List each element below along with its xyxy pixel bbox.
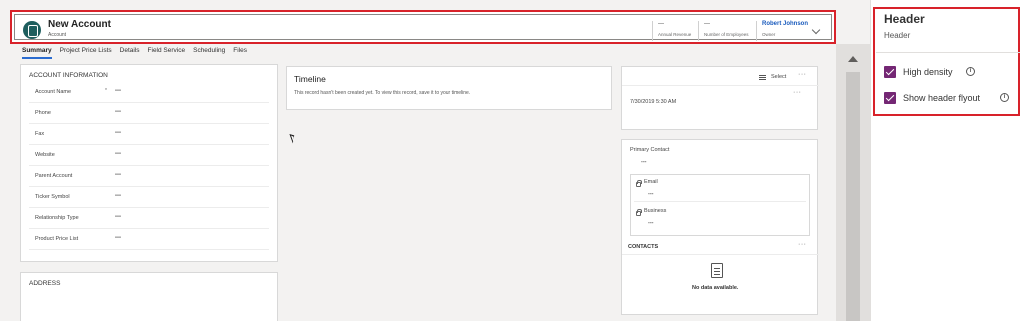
- timeline-empty-message: This record hasn't been created yet. To …: [294, 90, 471, 96]
- tab-field-service[interactable]: Field Service: [148, 47, 186, 59]
- chevron-down-icon[interactable]: [811, 25, 821, 35]
- vertical-scrollbar[interactable]: [836, 0, 870, 321]
- header-field-annual-revenue[interactable]: --- Annual Revenue: [652, 21, 691, 41]
- tab-files[interactable]: Files: [233, 47, 247, 59]
- field-value[interactable]: ---: [115, 235, 121, 241]
- tab-scheduling[interactable]: Scheduling: [193, 47, 225, 59]
- contact-quick-view: Email --- Business ---: [630, 174, 810, 236]
- field-value[interactable]: ---: [115, 214, 121, 220]
- document-icon: [711, 263, 723, 278]
- field-account-name[interactable]: Account Name * ---: [29, 82, 269, 103]
- owner-link[interactable]: Robert Johnson: [762, 21, 808, 27]
- email-value: ---: [648, 191, 654, 197]
- panel-subtitle: Header: [884, 31, 911, 40]
- header-field-label: Number of Employees: [704, 32, 749, 37]
- more-icon[interactable]: ···: [793, 89, 802, 96]
- header-field-label: Annual Revenue: [658, 32, 692, 37]
- field-label: Relationship Type: [35, 215, 79, 221]
- field-product-price-list[interactable]: Product Price List ---: [29, 229, 269, 250]
- section-title: ACCOUNT INFORMATION: [29, 72, 108, 79]
- field-value[interactable]: ---: [115, 130, 121, 136]
- field-ticker-symbol[interactable]: Ticker Symbol ---: [29, 187, 269, 208]
- field-phone[interactable]: Phone ---: [29, 103, 269, 124]
- scroll-up-arrow-icon[interactable]: [848, 56, 858, 62]
- field-label: Parent Account: [35, 173, 73, 179]
- record-header[interactable]: New Account Account --- Annual Revenue -…: [10, 10, 836, 44]
- field-label: Ticker Symbol: [35, 194, 70, 200]
- field-value[interactable]: ---: [115, 193, 121, 199]
- section-title: ADDRESS: [29, 280, 61, 287]
- lock-icon: [636, 180, 642, 187]
- field-label: Website: [35, 152, 55, 158]
- empty-state-message: No data available.: [692, 285, 739, 291]
- info-icon[interactable]: i: [966, 67, 975, 76]
- contacts-subgrid-title: CONTACTS: [628, 244, 659, 250]
- tab-project-price-lists[interactable]: Project Price Lists: [60, 47, 112, 59]
- divider: [634, 201, 806, 202]
- field-label: Account Name: [35, 89, 72, 95]
- account-information-section: ACCOUNT INFORMATION Account Name * --- P…: [20, 64, 278, 262]
- account-entity-icon: [23, 21, 41, 39]
- primary-contact-value[interactable]: ---: [641, 159, 647, 165]
- info-icon[interactable]: i: [1000, 93, 1009, 102]
- field-value[interactable]: ---: [115, 109, 121, 115]
- panel-title: Header: [884, 12, 925, 26]
- divider: [622, 254, 819, 255]
- field-value[interactable]: ---: [115, 151, 121, 157]
- show-header-flyout-label: Show header flyout: [903, 93, 981, 103]
- field-value[interactable]: ---: [115, 88, 121, 94]
- field-relationship-type[interactable]: Relationship Type ---: [29, 208, 269, 229]
- field-value[interactable]: ---: [115, 172, 121, 178]
- tab-summary[interactable]: Summary: [22, 47, 52, 59]
- panel-divider: [876, 52, 1020, 53]
- record-title: New Account: [48, 19, 111, 30]
- record-header-inner: New Account Account --- Annual Revenue -…: [14, 14, 832, 41]
- divider: [622, 85, 819, 86]
- business-phone-value: ---: [648, 220, 654, 226]
- primary-contact-label: Primary Contact: [630, 147, 670, 153]
- email-label: Email: [644, 179, 658, 185]
- header-field-owner[interactable]: Robert Johnson Owner: [756, 21, 808, 41]
- high-density-label: High density: [903, 67, 953, 77]
- field-website[interactable]: Website ---: [29, 145, 269, 166]
- header-field-label: Owner: [762, 32, 776, 37]
- form-tabs: Summary Project Price Lists Details Fiel…: [22, 47, 247, 59]
- field-label: Fax: [35, 131, 45, 137]
- lock-icon: [636, 209, 642, 216]
- business-phone-label: Business: [644, 208, 667, 214]
- header-field-value: ---: [704, 21, 710, 27]
- field-fax[interactable]: Fax ---: [29, 124, 269, 145]
- field-parent-account[interactable]: Parent Account ---: [29, 166, 269, 187]
- timeline-title: Timeline: [294, 74, 326, 84]
- more-icon[interactable]: ···: [798, 241, 807, 248]
- required-indicator: *: [105, 88, 107, 94]
- scrollbar-thumb[interactable]: [846, 72, 860, 321]
- high-density-checkbox[interactable]: [884, 66, 896, 78]
- activity-timestamp: 7/30/2019 5:30 AM: [630, 99, 677, 105]
- activity-section: Select ··· ··· 7/30/2019 5:30 AM: [621, 66, 819, 130]
- field-label: Phone: [35, 110, 51, 116]
- address-section: ADDRESS: [20, 272, 278, 321]
- contact-section: Primary Contact --- Email --- Business -…: [621, 139, 819, 315]
- select-button[interactable]: Select: [771, 74, 786, 80]
- header-field-employees[interactable]: --- Number of Employees: [698, 21, 749, 41]
- header-field-value: ---: [658, 21, 664, 27]
- list-icon: [759, 75, 766, 80]
- field-label: Product Price List: [35, 236, 79, 242]
- show-header-flyout-checkbox[interactable]: [884, 92, 896, 104]
- timeline-section: Timeline This record hasn't been created…: [286, 66, 612, 110]
- scrollbar-top-area: [836, 0, 870, 44]
- tab-details[interactable]: Details: [120, 47, 140, 59]
- record-entity-name: Account: [48, 32, 67, 38]
- more-icon[interactable]: ···: [798, 71, 807, 78]
